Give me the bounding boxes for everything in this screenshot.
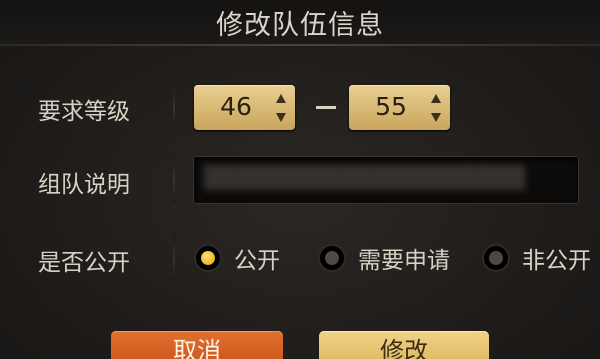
visibility-row-divider [173, 235, 175, 281]
down-arrow-icon[interactable] [431, 113, 441, 122]
modify-button[interactable]: 修改 [319, 331, 489, 359]
radio-unselected-icon[interactable] [318, 244, 346, 272]
level-row-divider [173, 84, 175, 130]
min-level-value: 46 [220, 92, 252, 121]
description-input[interactable]: ▒▒▒▒▒▒▒▒▒▒▒▒▒▒▒▒▒▒▒ [193, 156, 579, 204]
description-label: 组队说明 [38, 172, 130, 198]
radio-need-apply-label: 需要申请 [358, 248, 450, 274]
edit-team-dialog: 修改队伍信息 要求等级 46 55 组队说明 ▒▒▒▒▒▒▒▒▒▒▒▒▒▒▒▒▒… [0, 0, 600, 359]
down-arrow-icon[interactable] [276, 113, 286, 122]
radio-selected-icon[interactable] [194, 244, 222, 272]
radio-public-label: 公开 [234, 248, 280, 274]
radio-private-label: 非公开 [522, 248, 591, 274]
radio-need-apply[interactable]: 需要申请 [318, 242, 450, 274]
header-divider [0, 44, 600, 46]
level-label: 要求等级 [38, 99, 130, 125]
cancel-button[interactable]: 取消 [111, 331, 283, 359]
dialog-header: 修改队伍信息 [0, 0, 600, 45]
description-text: ▒▒▒▒▒▒▒▒▒▒▒▒▒▒▒▒▒▒▒ [204, 166, 526, 191]
dialog-title: 修改队伍信息 [216, 10, 384, 41]
up-arrow-icon[interactable] [431, 94, 441, 103]
range-separator [316, 106, 336, 109]
radio-unselected-icon[interactable] [482, 244, 510, 272]
radio-private[interactable]: 非公开 [482, 242, 591, 274]
up-arrow-icon[interactable] [276, 94, 286, 103]
description-row-divider [173, 157, 175, 203]
max-level-arrows[interactable] [431, 94, 441, 122]
visibility-label: 是否公开 [38, 250, 130, 276]
radio-public[interactable]: 公开 [194, 242, 280, 274]
min-level-stepper[interactable]: 46 [194, 85, 295, 130]
max-level-stepper[interactable]: 55 [349, 85, 450, 130]
min-level-arrows[interactable] [276, 94, 286, 122]
max-level-value: 55 [375, 92, 407, 121]
